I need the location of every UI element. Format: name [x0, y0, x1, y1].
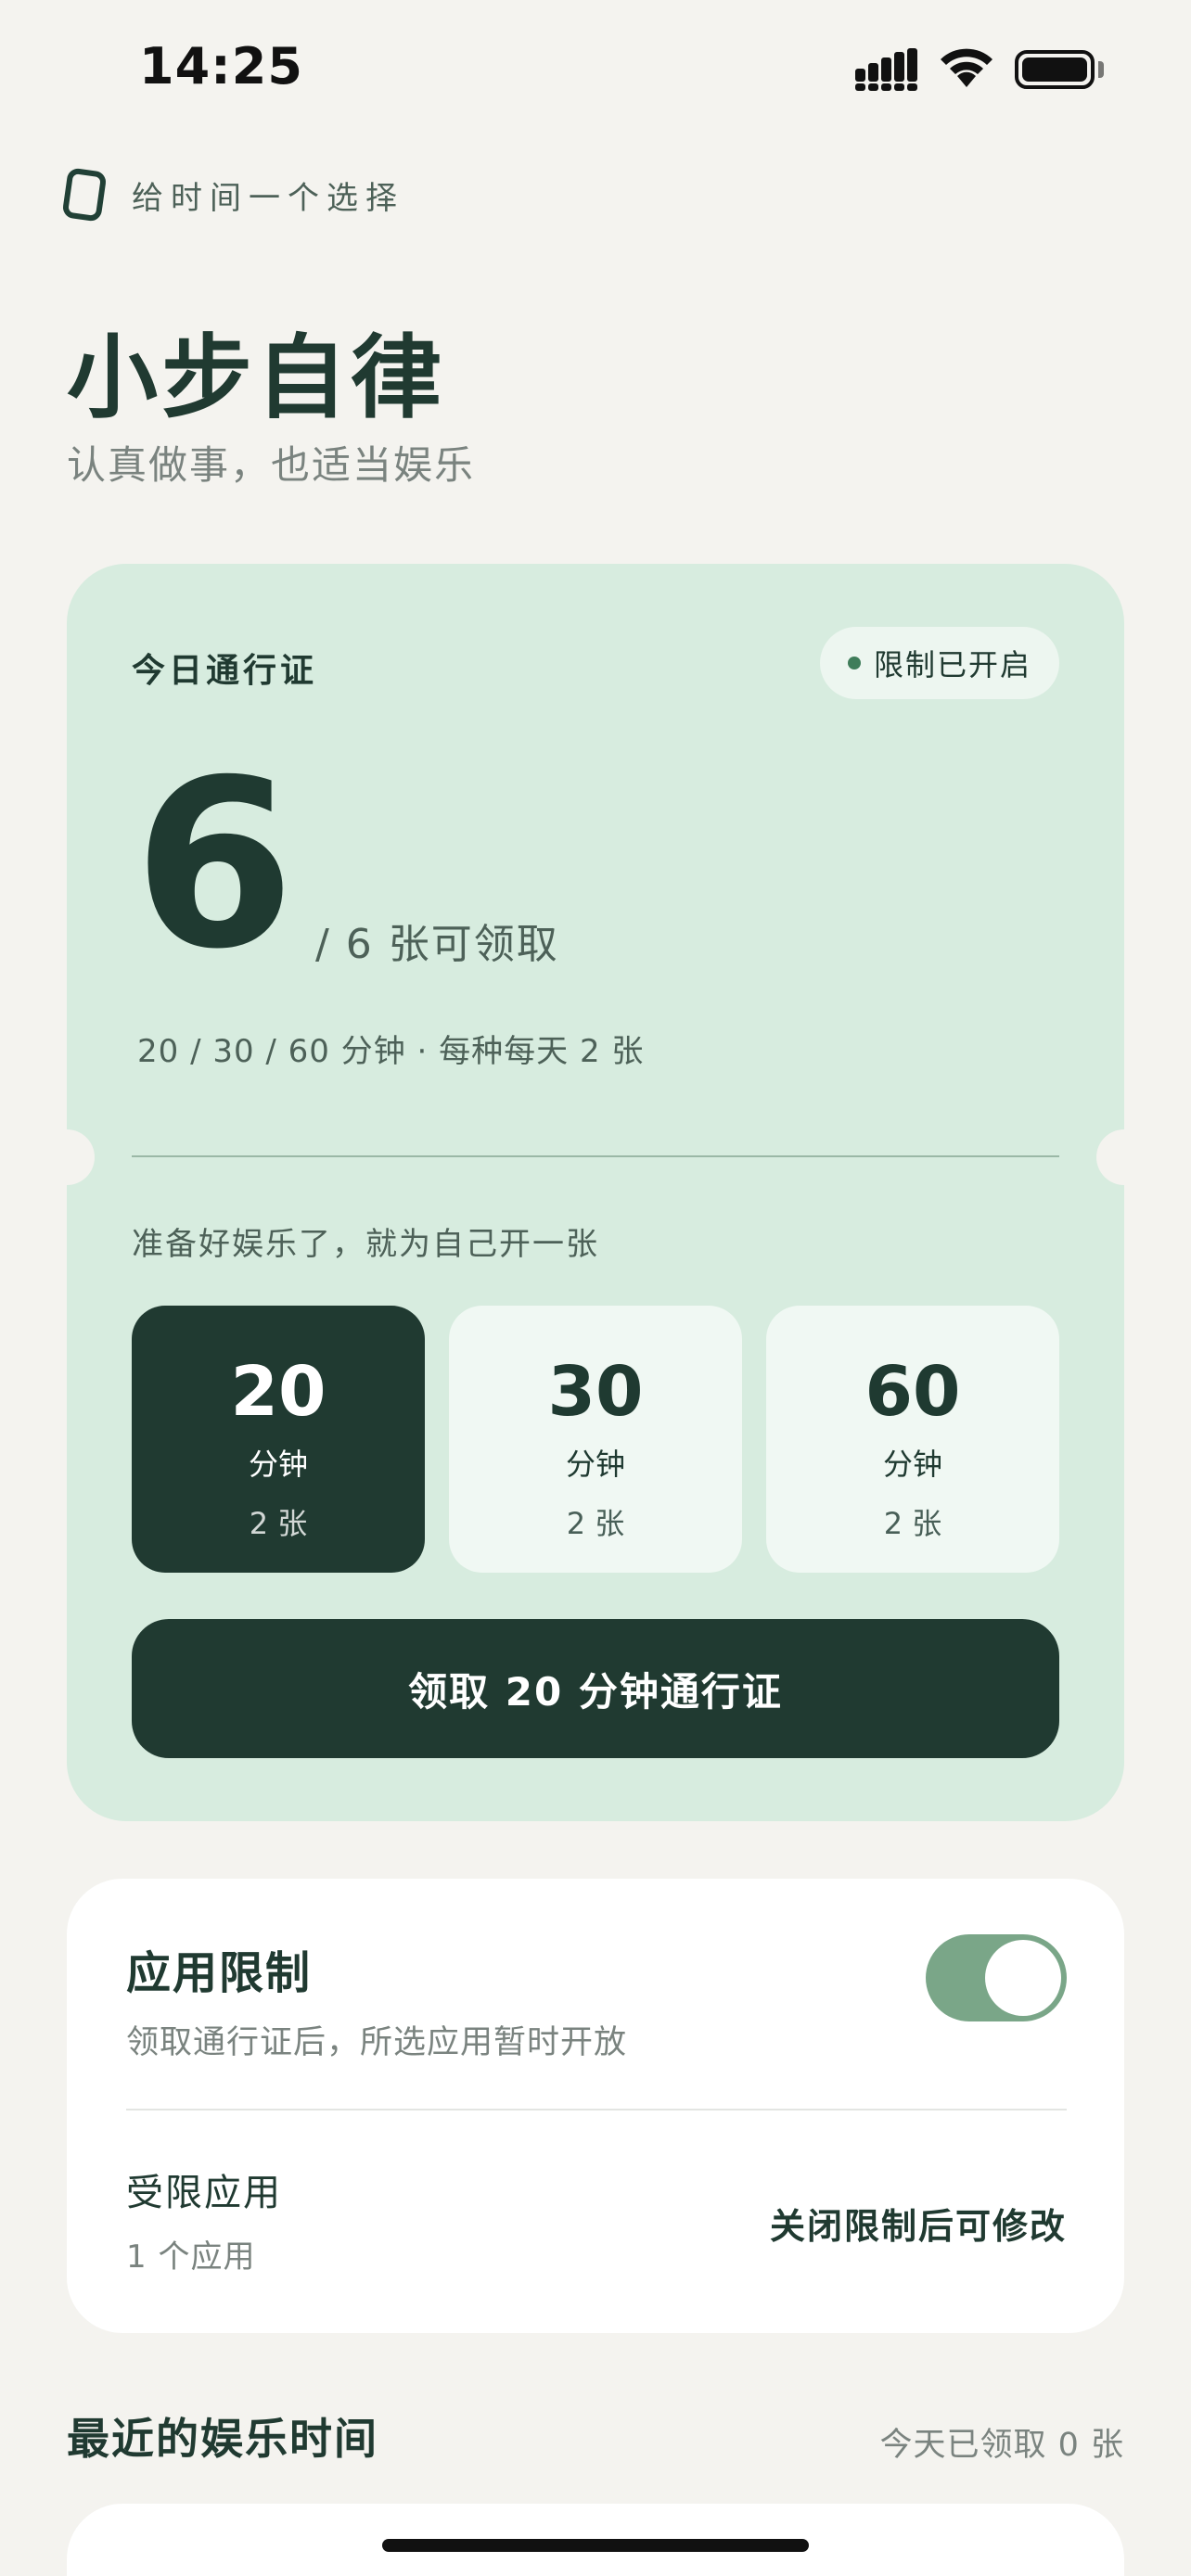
battery-cap — [1098, 61, 1104, 78]
home-indicator[interactable] — [382, 2539, 809, 2552]
tagline: 给时间一个选择 — [132, 179, 404, 217]
ticket-notch-left — [39, 1129, 95, 1185]
limit-card-divider — [126, 2109, 1067, 2111]
ticket-divider — [132, 1155, 1059, 1157]
signal-icon — [855, 48, 917, 91]
pass-rule: 20 / 30 / 60 分钟 · 每种每天 2 张 — [137, 1033, 645, 1070]
pass-card: 今日通行证 限制已开启 6 / 6 张可领取 20 / 30 / 60 分钟 ·… — [39, 564, 1152, 1821]
app-limit-card: 应用限制 领取通行证后，所选应用暂时开放 受限应用 1 个应用 关闭限制后可修改 — [67, 1879, 1124, 2333]
option-minutes: 30 — [547, 1352, 644, 1432]
ticket-notch-right — [1096, 1129, 1152, 1185]
status-time: 14:25 — [139, 37, 303, 96]
wifi-icon — [941, 48, 992, 87]
app-limit-title: 应用限制 — [126, 1947, 313, 1999]
option-60-min[interactable]: 60 分钟 2 张 — [766, 1306, 1059, 1573]
restricted-apps-note[interactable]: 关闭限制后可修改 — [770, 2198, 1067, 2249]
limit-status-badge: 限制已开启 — [819, 627, 1059, 699]
tagline-row: 给时间一个选择 — [61, 167, 404, 223]
option-unit: 分钟 — [565, 1447, 625, 1482]
option-unit: 分钟 — [882, 1447, 942, 1482]
app-limit-description: 领取通行证后，所选应用暂时开放 — [126, 2024, 628, 2061]
status-bar: 14:25 — [0, 0, 1191, 139]
option-minutes: 20 — [230, 1352, 327, 1432]
page-title: 小步自律 — [67, 325, 446, 431]
option-20-min[interactable]: 20 分钟 2 张 — [132, 1306, 425, 1573]
claim-pass-button[interactable]: 领取 20 分钟通行证 — [132, 1619, 1059, 1758]
option-count: 2 张 — [249, 1506, 308, 1541]
limit-status-label: 限制已开启 — [873, 647, 1031, 682]
available-pass-count: 6 — [134, 730, 295, 1000]
logo-icon — [61, 167, 108, 223]
pass-prompt: 准备好娱乐了，就为自己开一张 — [132, 1226, 599, 1263]
app-limit-toggle[interactable] — [926, 1934, 1067, 2021]
option-unit: 分钟 — [248, 1447, 308, 1482]
option-count: 2 张 — [883, 1506, 942, 1541]
option-count: 2 张 — [566, 1506, 625, 1541]
pass-count-suffix: / 6 张可领取 — [315, 921, 559, 968]
recent-section-title: 最近的娱乐时间 — [67, 2414, 378, 2464]
page-subtitle: 认真做事，也适当娱乐 — [67, 442, 476, 488]
option-minutes: 60 — [864, 1352, 961, 1432]
battery-icon — [1015, 50, 1095, 89]
restricted-apps-count: 1 个应用 — [126, 2238, 256, 2276]
recent-section-meta: 今天已领取 0 张 — [879, 2427, 1124, 2464]
status-dot-icon — [847, 657, 861, 670]
toggle-knob — [985, 1940, 1061, 2016]
option-30-min[interactable]: 30 分钟 2 张 — [449, 1306, 742, 1573]
restricted-apps-label: 受限应用 — [126, 2172, 282, 2214]
pass-card-title: 今日通行证 — [132, 652, 318, 690]
